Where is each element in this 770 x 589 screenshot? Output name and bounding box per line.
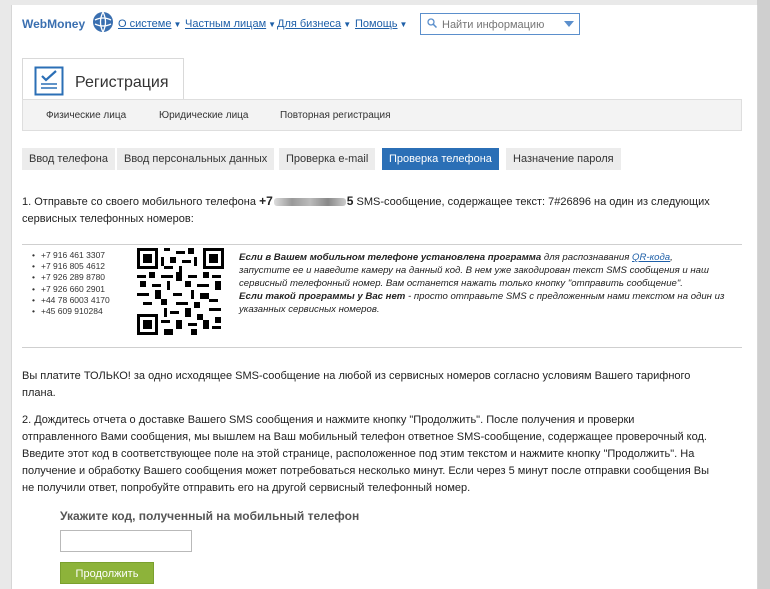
step-phone-input[interactable]: Ввод телефона [22, 148, 115, 170]
service-number: +7 926 660 2901 [32, 284, 110, 295]
divider [22, 347, 742, 348]
step-phone-check[interactable]: Проверка телефона [382, 148, 499, 170]
nav-private[interactable]: Частным лицам ▼ [185, 18, 276, 30]
service-numbers-list: +7 916 461 3307 +7 916 805 4612 +7 926 2… [32, 250, 110, 317]
step-personal-data[interactable]: Ввод персональных данных [117, 148, 275, 170]
chevron-down-icon: ▼ [173, 20, 182, 29]
search-dropdown-icon[interactable] [564, 21, 574, 27]
step-email-check[interactable]: Проверка e-mail [279, 148, 376, 170]
page-title: Регистрация [75, 74, 169, 91]
registration-subnav: Физические лица Юридические лица Повторн… [22, 99, 742, 131]
search-input[interactable] [440, 16, 562, 34]
instruction-1: 1. Отправьте со своего мобильного телефо… [22, 194, 710, 225]
search-box[interactable] [420, 13, 580, 35]
qr-instructions: Если в Вашем мобильном телефоне установл… [239, 252, 725, 315]
chevron-down-icon: ▼ [343, 20, 352, 29]
user-phone-number: +7 5 [259, 194, 354, 208]
subnav-individuals[interactable]: Физические лица [46, 110, 126, 121]
chevron-down-icon: ▼ [268, 20, 277, 29]
instruction-2: 2. Дождитесь отчета о доставке Вашего SM… [22, 414, 709, 494]
nav-about[interactable]: О системе ▼ [118, 18, 181, 30]
divider [22, 244, 742, 245]
chevron-down-icon: ▼ [399, 20, 408, 29]
verification-code-input[interactable] [60, 530, 192, 552]
qr-code-image [137, 248, 224, 335]
registration-header: Регистрация [22, 58, 184, 104]
service-number: +44 78 6003 4170 [32, 295, 110, 306]
nav-help[interactable]: Помощь ▼ [355, 18, 407, 30]
payment-note: Вы платите ТОЛЬКО! за одно исходящее SMS… [22, 370, 691, 399]
webmoney-globe-icon[interactable] [92, 11, 114, 33]
code-field-label: Укажите код, полученный на мобильный тел… [60, 509, 360, 523]
webmoney-logo-text[interactable]: WebMoney [22, 17, 85, 31]
subnav-re-registration[interactable]: Повторная регистрация [280, 110, 391, 121]
qr-code-link[interactable]: QR-кода [632, 252, 670, 263]
step-set-password[interactable]: Назначение пароля [506, 148, 621, 170]
document-check-icon [34, 66, 64, 96]
window-scrollbar[interactable] [757, 0, 770, 589]
service-number: +7 916 461 3307 [32, 250, 110, 261]
nav-business[interactable]: Для бизнеса ▼ [277, 18, 351, 30]
masked-digits [273, 197, 346, 206]
subnav-legal-entities[interactable]: Юридические лица [159, 110, 248, 121]
service-number: +7 916 805 4612 [32, 261, 110, 272]
service-number: +7 926 289 8780 [32, 272, 110, 283]
search-icon [427, 18, 437, 28]
continue-button[interactable]: Продолжить [60, 562, 154, 584]
service-number: +45 609 910284 [32, 306, 110, 317]
page: WebMoney О системе ▼ Частным лицам ▼ Для б… [11, 5, 758, 589]
